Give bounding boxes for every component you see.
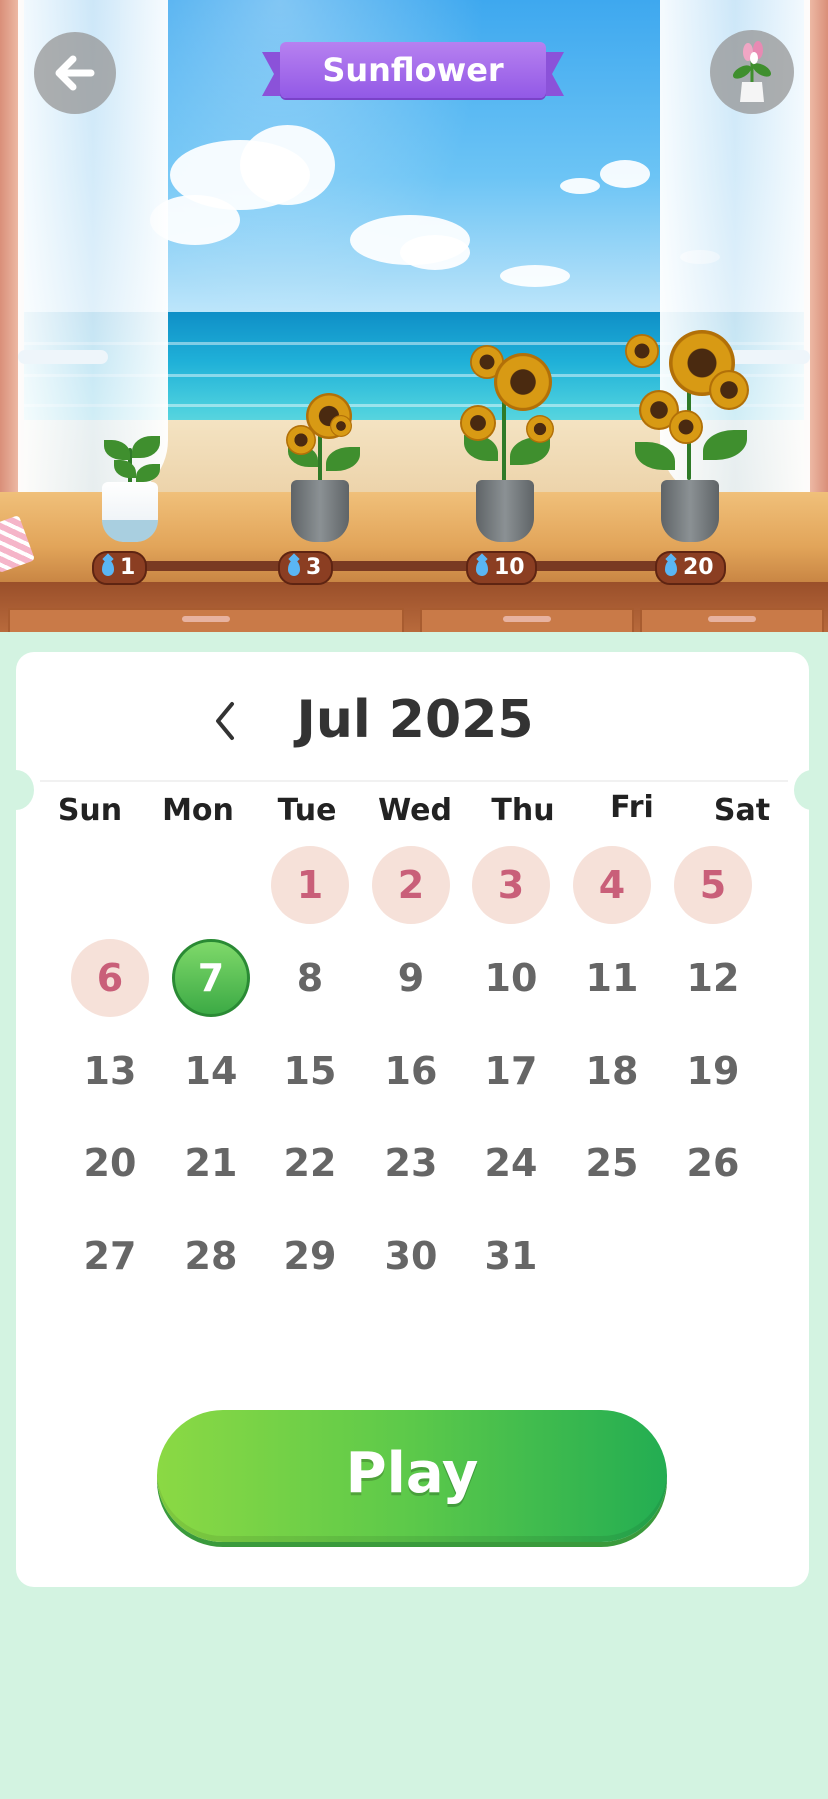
day-cell[interactable]: 16	[372, 1032, 450, 1110]
day-cell[interactable]: 31	[472, 1217, 550, 1295]
day-cell[interactable]: 1	[271, 846, 349, 924]
drawer	[8, 608, 404, 632]
day-cell[interactable]: 26	[674, 1124, 752, 1202]
day-cell[interactable]: 11	[573, 939, 651, 1017]
title-banner: Sunflower	[262, 42, 564, 98]
day-cell[interactable]: 17	[472, 1032, 550, 1110]
day-cell[interactable]: 14	[172, 1032, 250, 1110]
day-cell[interactable]: 10	[472, 939, 550, 1017]
day-cell[interactable]: 20	[71, 1124, 149, 1202]
weekday-label: Sat	[713, 793, 771, 828]
month-label: Jul 2025	[296, 690, 534, 750]
curtain-tie	[18, 350, 108, 364]
day-cell[interactable]: 5	[674, 846, 752, 924]
divider	[40, 780, 788, 782]
weekday-label: Wed	[378, 793, 452, 828]
milestone-drops: 1	[120, 555, 136, 580]
day-cell[interactable]: 27	[71, 1217, 149, 1295]
weekday-label: Tue	[277, 793, 337, 828]
chevron-left-icon	[216, 702, 234, 740]
milestone-drops: 10	[494, 555, 525, 580]
growth-progress-track	[128, 561, 718, 571]
weekday-label: Fri	[610, 790, 654, 825]
milestone-badge: 20	[655, 551, 726, 585]
water-drop-icon	[665, 560, 677, 576]
day-cell[interactable]: 15	[271, 1032, 349, 1110]
day-cell[interactable]: 19	[674, 1032, 752, 1110]
day-cell[interactable]: 8	[271, 939, 349, 1017]
day-cell[interactable]: 4	[573, 846, 651, 924]
water-drop-icon	[102, 560, 114, 576]
day-cell[interactable]: 25	[573, 1124, 651, 1202]
cloud	[500, 265, 570, 287]
cloud	[240, 125, 335, 205]
day-cell[interactable]: 24	[472, 1124, 550, 1202]
page-title: Sunflower	[322, 51, 504, 89]
previous-month-button[interactable]	[200, 696, 250, 746]
milestone-badge: 10	[466, 551, 537, 585]
milestone-badge: 3	[278, 551, 334, 585]
weekday-label: Mon	[162, 793, 234, 828]
day-cell[interactable]: 22	[271, 1124, 349, 1202]
drawer	[640, 608, 824, 632]
plant-stage-full-sunflower	[625, 330, 755, 542]
back-button[interactable]	[34, 32, 116, 114]
day-cell-today[interactable]: 7	[172, 939, 250, 1017]
plant-collection-button[interactable]	[710, 30, 794, 114]
month-header: Jul 2025	[0, 684, 828, 756]
day-cell[interactable]: 21	[172, 1124, 250, 1202]
weekday-header: Sun Mon Tue Wed Thu Fri Sat	[40, 786, 800, 836]
water-drop-icon	[288, 560, 300, 576]
cloud	[400, 235, 470, 270]
day-cell[interactable]: 9	[372, 939, 450, 1017]
day-cell[interactable]: 30	[372, 1217, 450, 1295]
milestone-drops: 3	[306, 555, 322, 580]
plant-stage-blooming-sunflower	[450, 345, 560, 542]
day-cell[interactable]: 6	[71, 939, 149, 1017]
weekday-label: Sun	[57, 793, 123, 828]
day-cell[interactable]: 28	[172, 1217, 250, 1295]
drawer	[420, 608, 634, 632]
play-button[interactable]: Play	[157, 1410, 667, 1542]
day-cell[interactable]: 29	[271, 1217, 349, 1295]
weekday-label: Thu	[491, 793, 555, 828]
day-cell[interactable]: 12	[674, 939, 752, 1017]
plant-stage-young-sunflower	[270, 385, 370, 542]
water-drop-icon	[476, 560, 488, 576]
day-cell[interactable]: 13	[71, 1032, 149, 1110]
milestone-badge: 1	[92, 551, 148, 585]
day-cell[interactable]: 2	[372, 846, 450, 924]
day-cell[interactable]: 3	[472, 846, 550, 924]
milestone-drops: 20	[683, 555, 714, 580]
garden-scene: 1 3 10 20 Sunflower	[0, 0, 828, 632]
day-cell[interactable]: 23	[372, 1124, 450, 1202]
potted-plant-icon	[732, 41, 772, 102]
day-cell[interactable]: 18	[573, 1032, 651, 1110]
arrow-left-icon	[55, 55, 95, 91]
cloud	[600, 160, 650, 188]
plant-stage-seedling	[90, 420, 170, 542]
cloud	[560, 178, 600, 194]
